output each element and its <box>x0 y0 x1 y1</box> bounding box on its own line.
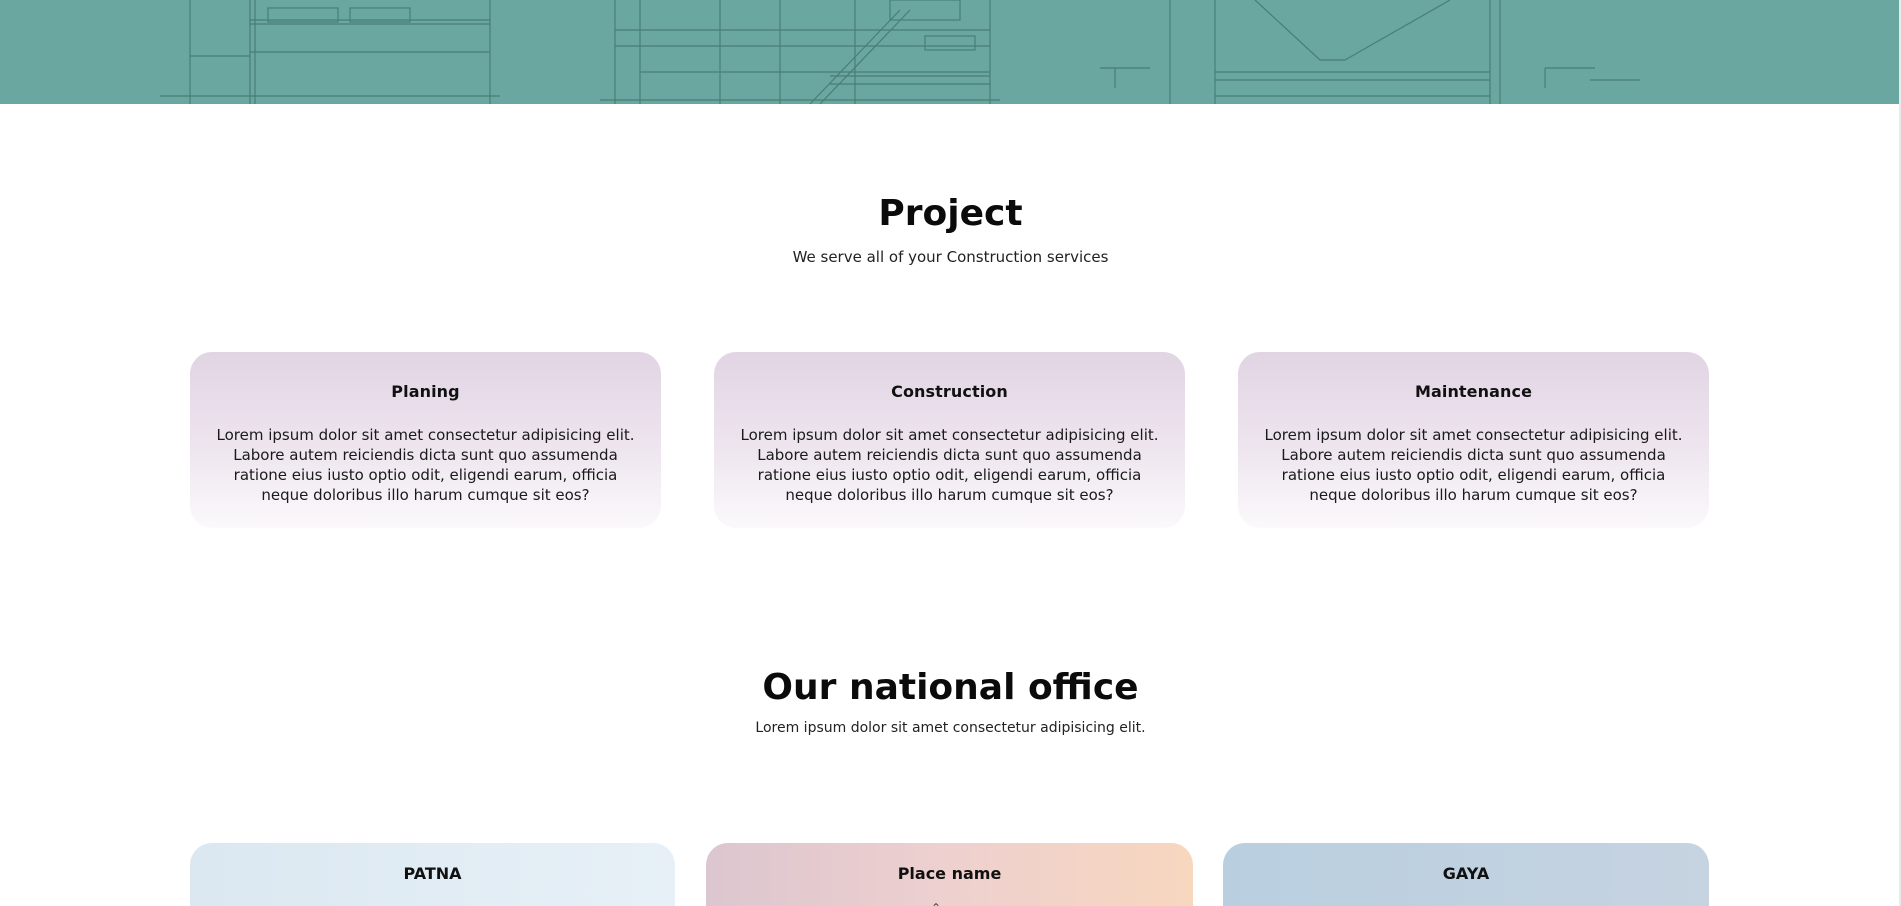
office-card-patna[interactable]: PATNA <box>190 843 675 906</box>
hero-banner <box>0 0 1901 104</box>
office-card-title: GAYA <box>1442 864 1490 883</box>
service-card-body: Lorem ipsum dolor sit amet consectetur a… <box>216 426 635 504</box>
location-pin-icon: ⌃ <box>931 901 941 906</box>
project-section-subtitle: We serve all of your Construction servic… <box>792 248 1109 266</box>
service-card-body: Lorem ipsum dolor sit amet consectetur a… <box>740 426 1159 504</box>
office-section-subtitle: Lorem ipsum dolor sit amet consectetur a… <box>755 720 1146 736</box>
service-card-maintenance: Maintenance Lorem ipsum dolor sit amet c… <box>1238 352 1709 528</box>
service-card-title: Planing <box>391 382 460 401</box>
office-card-title: PATNA <box>403 864 462 883</box>
office-card-place[interactable]: Place name ⌃ <box>706 843 1193 906</box>
project-section-title: Project <box>878 193 1023 234</box>
service-card-body: Lorem ipsum dolor sit amet consectetur a… <box>1264 426 1683 504</box>
service-card-title: Maintenance <box>1414 382 1533 401</box>
office-card-title: Place name <box>897 864 1002 883</box>
office-section-title: Our national office <box>762 667 1139 708</box>
service-card-title: Construction <box>891 382 1008 401</box>
blueprint-illustration <box>160 0 1640 104</box>
service-card-construction: Construction Lorem ipsum dolor sit amet … <box>714 352 1185 528</box>
office-card-gaya[interactable]: GAYA <box>1223 843 1709 906</box>
service-card-planing: Planing Lorem ipsum dolor sit amet conse… <box>190 352 661 528</box>
